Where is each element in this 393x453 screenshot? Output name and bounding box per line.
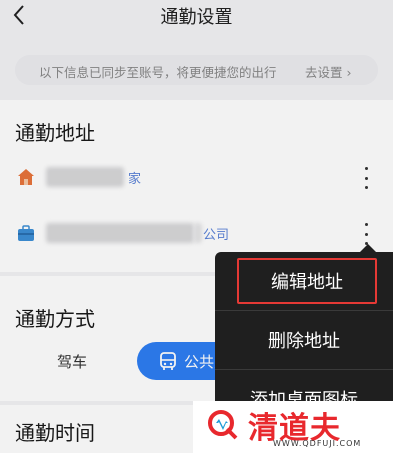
section-title-mode: 通勤方式 bbox=[15, 307, 95, 331]
section-title-time: 通勤时间 bbox=[15, 421, 95, 445]
more-dot bbox=[364, 167, 368, 170]
menu-divider bbox=[215, 310, 393, 311]
home-tag: 家 bbox=[128, 172, 142, 187]
page-title: 通勤设置 bbox=[160, 7, 233, 28]
watermark-logo-icon bbox=[208, 410, 238, 440]
commute-address-card: 通勤地址 家 公司 bbox=[0, 100, 393, 272]
mode-label: 驾车 bbox=[56, 352, 87, 371]
watermark-url: WWW.QDFUJI.COM bbox=[273, 439, 362, 448]
home-address-blurred bbox=[46, 167, 124, 187]
home-address-row[interactable]: 家 bbox=[0, 159, 393, 197]
briefcase-icon bbox=[18, 225, 34, 241]
company-address-row[interactable]: 公司 bbox=[0, 215, 393, 253]
sync-notice-bar[interactable]: 以下信息已同步至账号，将更便捷您的出行 去设置 › bbox=[15, 55, 378, 85]
sync-notice-text: 以下信息已同步至账号，将更便捷您的出行 bbox=[39, 65, 277, 80]
menu-caret bbox=[360, 244, 376, 252]
mode-option-drive[interactable]: 驾车 bbox=[17, 342, 127, 380]
home-more-button[interactable] bbox=[359, 165, 373, 191]
more-dot bbox=[364, 223, 368, 226]
more-dot bbox=[364, 232, 368, 236]
company-address-blurred bbox=[46, 223, 194, 243]
go-settings-link[interactable]: 去设置 › bbox=[305, 62, 351, 81]
company-address-blurred-tail bbox=[194, 223, 202, 243]
more-dot bbox=[364, 186, 368, 189]
home-icon bbox=[18, 169, 34, 185]
bus-icon bbox=[160, 352, 176, 370]
top-bar: 通勤设置 bbox=[0, 0, 393, 32]
menu-item-delete-address[interactable]: 删除地址 bbox=[215, 314, 393, 366]
company-tag: 公司 bbox=[203, 228, 230, 243]
section-title-address: 通勤地址 bbox=[15, 121, 95, 145]
menu-item-edit-address[interactable]: 编辑地址 bbox=[237, 258, 377, 304]
more-dot bbox=[364, 176, 368, 180]
watermark: 清道夫 WWW.QDFUJI.COM bbox=[193, 401, 393, 453]
menu-divider bbox=[215, 369, 393, 370]
